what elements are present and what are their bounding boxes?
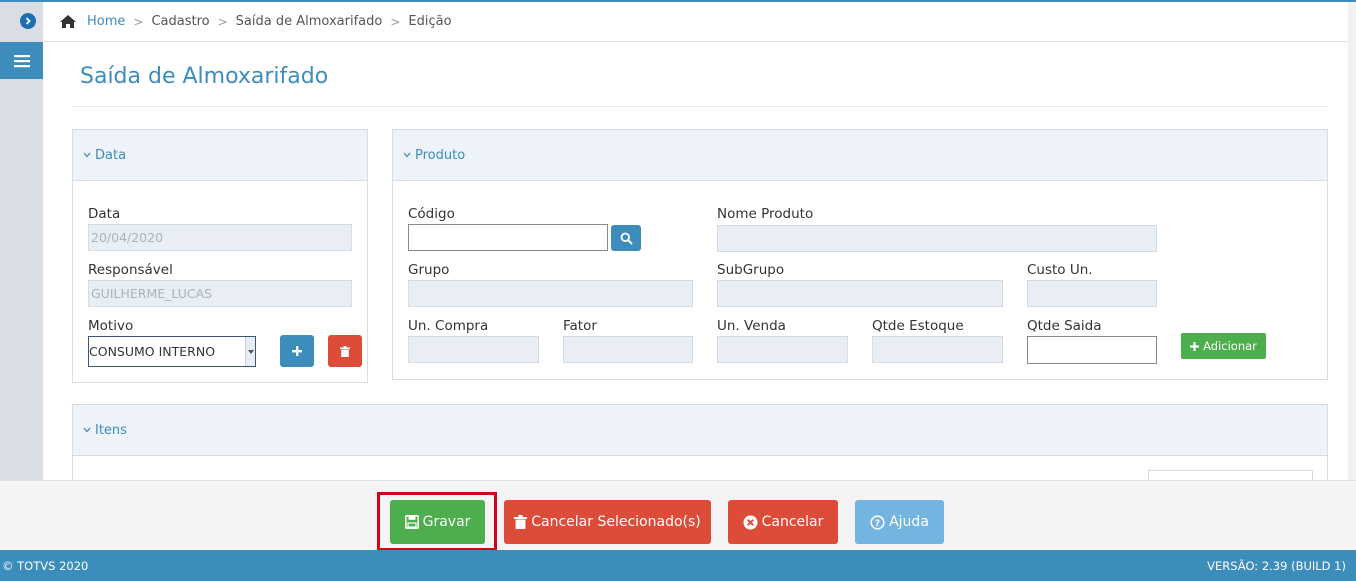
data-field: 20/04/2020 — [88, 224, 352, 251]
qtde-estoque-label: Qtde Estoque — [872, 318, 964, 334]
close-circle-icon — [743, 515, 758, 529]
dropdown-arrow-icon[interactable] — [245, 337, 255, 366]
itens-search-input[interactable] — [1148, 470, 1313, 480]
adicionar-label: Adicionar — [1203, 339, 1257, 353]
delete-motivo-button[interactable] — [328, 335, 362, 367]
cancelar-button[interactable]: Cancelar — [728, 500, 838, 544]
plus-icon — [292, 346, 302, 356]
data-panel-title: Data — [95, 147, 127, 163]
chevron-down-icon — [83, 152, 91, 158]
left-sidebar — [0, 2, 43, 480]
page-scrollbar[interactable] — [1348, 2, 1356, 480]
un-venda-label: Un. Venda — [717, 318, 786, 334]
breadcrumb-item-cadastro[interactable]: Cadastro — [151, 14, 209, 29]
produto-panel-header[interactable]: Produto — [393, 130, 1327, 181]
produto-panel-title: Produto — [415, 147, 466, 163]
breadcrumb: Home > Cadastro > Saída de Almoxarifado … — [43, 2, 1348, 42]
qtde-estoque-field — [872, 336, 1003, 363]
grupo-label: Grupo — [408, 262, 450, 278]
cancelar-label: Cancelar — [761, 514, 824, 530]
breadcrumb-item-edicao: Edição — [408, 14, 452, 29]
grupo-field — [408, 280, 693, 307]
gravar-button[interactable]: Gravar — [390, 500, 485, 544]
svg-text:?: ? — [875, 519, 880, 529]
search-produto-button[interactable] — [611, 225, 641, 251]
qtde-saida-input[interactable] — [1027, 336, 1157, 364]
search-icon — [620, 232, 633, 245]
data-panel-header[interactable]: Data — [73, 130, 367, 181]
version-text: VERSÃO: 2.39 (BUILD 1) — [1207, 558, 1346, 573]
subgrupo-field — [717, 280, 1003, 307]
plus-icon — [1190, 341, 1200, 351]
data-label: Data — [88, 206, 121, 222]
breadcrumb-separator: > — [217, 14, 228, 29]
motivo-selected-value: CONSUMO INTERNO — [89, 344, 216, 359]
chevron-down-icon — [83, 427, 91, 433]
codigo-label: Código — [408, 206, 455, 222]
subgrupo-label: SubGrupo — [717, 262, 785, 278]
home-icon[interactable] — [59, 14, 77, 29]
hamburger-icon — [13, 54, 30, 67]
un-compra-field — [408, 336, 539, 363]
breadcrumb-home-link[interactable]: Home — [87, 14, 125, 29]
chevron-down-icon — [403, 152, 411, 158]
add-motivo-button[interactable] — [280, 335, 314, 367]
itens-panel-title: Itens — [95, 422, 127, 438]
fator-field — [563, 336, 693, 363]
expand-sidebar-icon[interactable] — [20, 13, 36, 29]
gravar-label: Gravar — [422, 514, 471, 530]
copyright-text: © TOTVS 2020 — [2, 558, 89, 573]
cancelar-selecionados-label: Cancelar Selecionado(s) — [531, 514, 701, 530]
page-title: Saída de Almoxarifado — [80, 64, 329, 89]
trash-icon — [514, 515, 528, 529]
un-venda-field — [717, 336, 848, 363]
motivo-select[interactable]: CONSUMO INTERNO — [88, 336, 256, 367]
menu-toggle-button[interactable] — [0, 42, 43, 79]
itens-panel-header[interactable]: Itens — [73, 405, 1327, 456]
breadcrumb-separator: > — [390, 14, 401, 29]
qtde-saida-label: Qtde Saida — [1027, 318, 1102, 334]
status-bar: © TOTVS 2020 VERSÃO: 2.39 (BUILD 1) — [0, 550, 1356, 581]
ajuda-button[interactable]: ? Ajuda — [855, 500, 944, 544]
responsavel-label: Responsável — [88, 262, 173, 278]
trash-icon — [340, 345, 350, 357]
breadcrumb-item-saida[interactable]: Saída de Almoxarifado — [236, 14, 383, 29]
motivo-label: Motivo — [88, 318, 134, 334]
responsavel-field: GUILHERME_LUCAS — [88, 280, 352, 307]
breadcrumb-separator: > — [133, 14, 144, 29]
nome-produto-field — [717, 225, 1157, 252]
fator-label: Fator — [563, 318, 597, 334]
ajuda-label: Ajuda — [889, 514, 929, 530]
help-icon: ? — [870, 514, 885, 530]
codigo-input[interactable] — [408, 224, 608, 251]
nome-produto-label: Nome Produto — [717, 206, 814, 222]
un-compra-label: Un. Compra — [408, 318, 489, 334]
adicionar-button[interactable]: Adicionar — [1181, 333, 1266, 359]
cancelar-selecionados-button[interactable]: Cancelar Selecionado(s) — [504, 500, 711, 544]
title-divider — [72, 106, 1328, 107]
custo-label: Custo Un. — [1027, 262, 1093, 278]
save-icon — [404, 515, 419, 529]
custo-field — [1027, 280, 1157, 307]
